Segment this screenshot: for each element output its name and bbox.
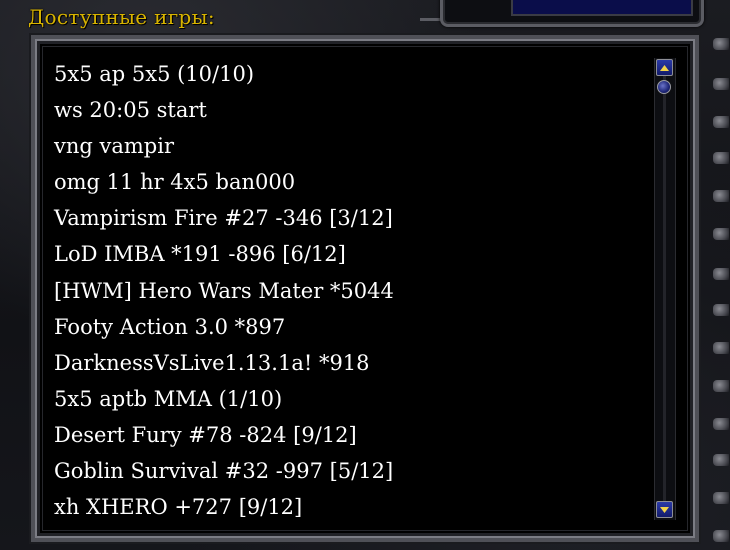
- frame-stud-icon: [713, 492, 729, 504]
- game-list-item[interactable]: DarknessVsLive1.13.1a! *918: [54, 345, 644, 381]
- frame-stud-icon: [713, 228, 729, 240]
- scrollbar-thumb[interactable]: [657, 80, 671, 94]
- frame-stud-icon: [713, 530, 729, 542]
- frame-stud-icon: [713, 342, 729, 354]
- game-list-item[interactable]: LoD IMBA *191 -896 [6/12]: [54, 236, 644, 272]
- top-right-panel-inset: [511, 0, 693, 16]
- game-list-item[interactable]: 5x5 ap 5x5 (10/10): [54, 56, 644, 92]
- game-list-item[interactable]: Desert Fury #78 -824 [9/12]: [54, 417, 644, 453]
- frame-stud-icon: [713, 304, 729, 316]
- game-list-item[interactable]: Vampirism Fire #27 -346 [3/12]: [54, 200, 644, 236]
- scrollbar-rail: [663, 76, 666, 502]
- arrow-down-icon: [660, 506, 669, 513]
- arrow-up-icon: [660, 64, 669, 71]
- available-games-title: Доступные игры:: [28, 5, 215, 29]
- game-list-item[interactable]: xh XHERO +727 [9/12]: [54, 489, 644, 525]
- top-right-panel: [440, 0, 704, 27]
- game-list-item[interactable]: Footy Action 3.0 *897: [54, 309, 644, 345]
- games-list[interactable]: 5x5 ap 5x5 (10/10) ws 20:05 start vng va…: [54, 56, 644, 525]
- scrollbar-track[interactable]: [654, 58, 676, 520]
- game-list-item[interactable]: 5x5 aptb MMA (1/10): [54, 381, 644, 417]
- game-list-item[interactable]: ws 20:05 start: [54, 92, 644, 128]
- scroll-down-button[interactable]: [656, 501, 673, 518]
- frame-stud-icon: [713, 152, 729, 164]
- frame-stud-icon: [713, 454, 729, 466]
- game-list-item[interactable]: omg 11 hr 4x5 ban000: [54, 164, 644, 200]
- frame-stud-icon: [713, 380, 729, 392]
- frame-stud-icon: [713, 190, 729, 202]
- frame-stud-icon: [713, 418, 729, 430]
- frame-stud-icon: [713, 116, 729, 128]
- frame-stud-icon: [713, 268, 729, 280]
- game-list-item[interactable]: vng vampir: [54, 128, 644, 164]
- frame-stud-icon: [713, 38, 729, 50]
- game-list-item[interactable]: Goblin Survival #32 -997 [5/12]: [54, 453, 644, 489]
- frame-stud-icon: [713, 78, 729, 90]
- game-list-item[interactable]: [HWM] Hero Wars Mater *5044: [54, 273, 644, 309]
- scroll-up-button[interactable]: [656, 59, 673, 76]
